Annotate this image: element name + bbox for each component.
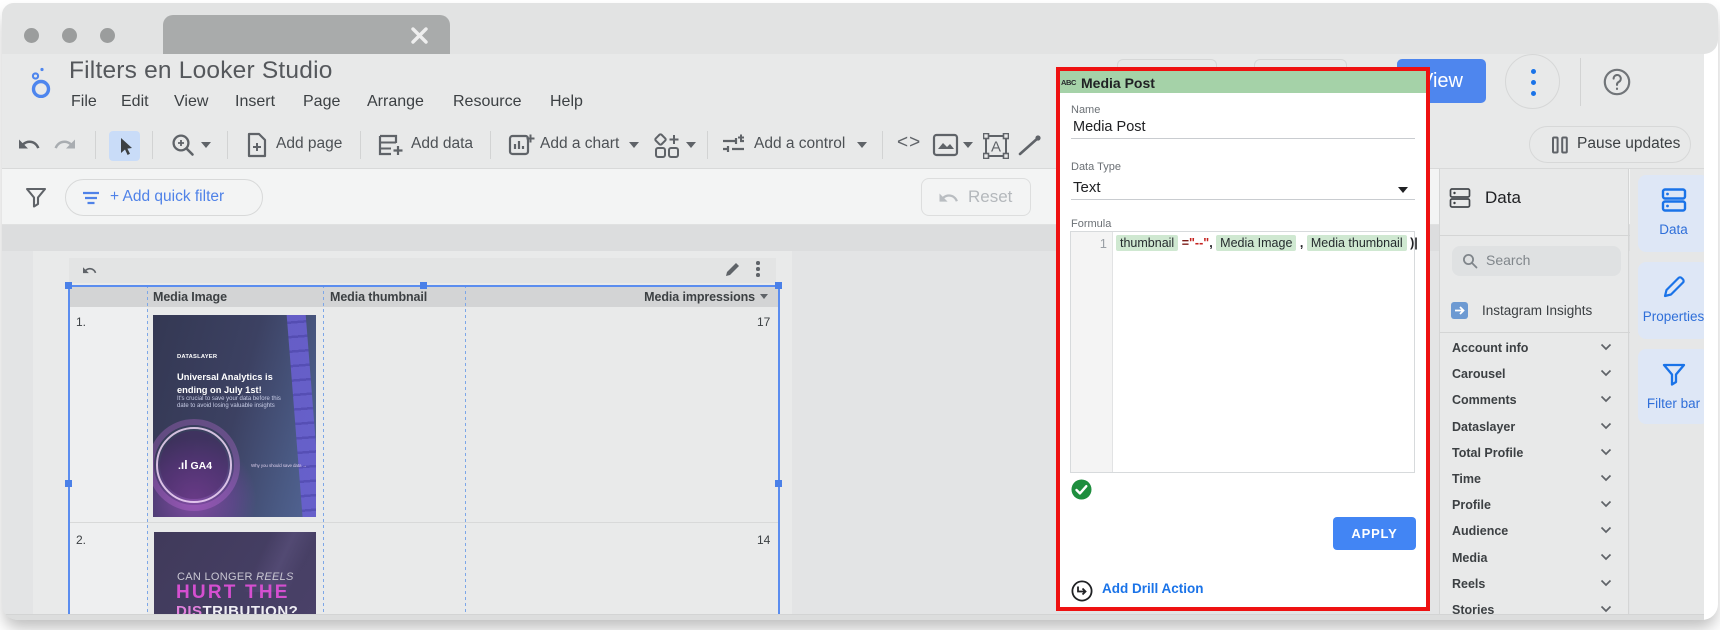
svg-text:A: A (991, 139, 1001, 156)
